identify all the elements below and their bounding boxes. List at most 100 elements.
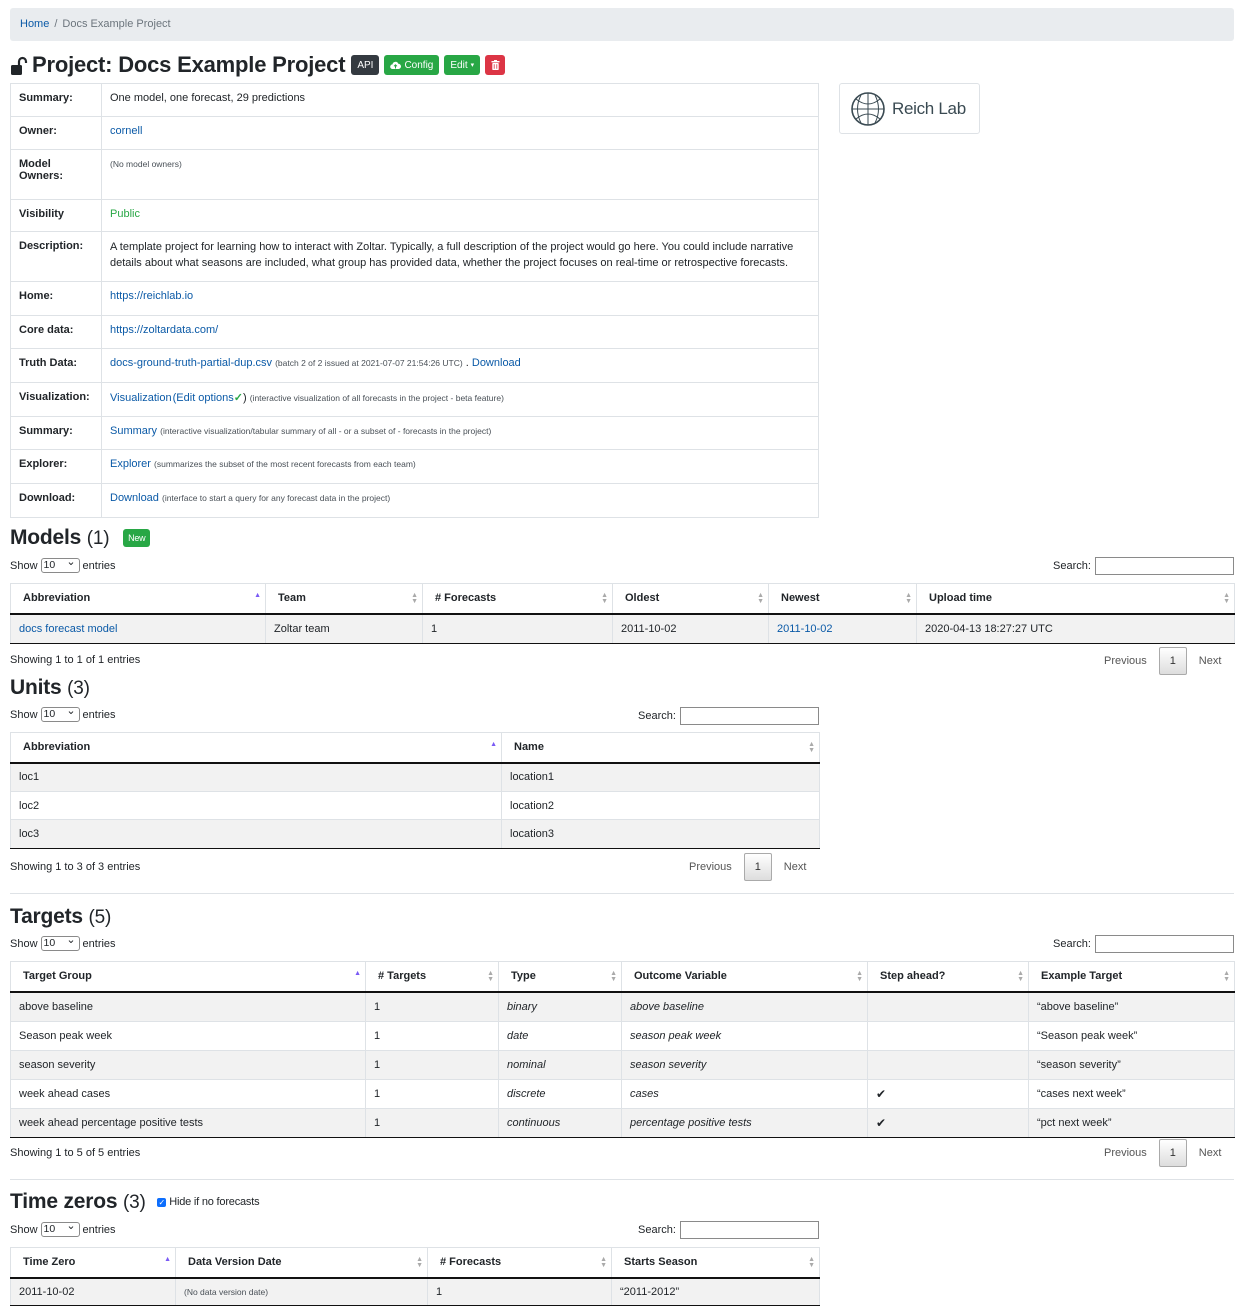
new-model-button[interactable]: New (123, 529, 151, 548)
page-1-button[interactable]: 1 (1158, 1139, 1187, 1167)
page-1-button[interactable]: 1 (743, 853, 772, 881)
col-abbreviation[interactable]: Abbreviation ▲ (10, 583, 266, 615)
col-unit-name[interactable]: Name ▲ ▼ (501, 732, 820, 764)
timezeros-count: (3) (122, 1192, 146, 1213)
delete-button[interactable] (485, 55, 506, 75)
unlock-icon (10, 56, 28, 78)
explorer-link[interactable]: Explorer (110, 458, 151, 470)
models-page-size-select[interactable]: 10 (40, 556, 80, 573)
checkbox-checked-icon: ✓ (157, 1197, 167, 1207)
logo-text: Reich Lab (892, 98, 966, 118)
targets-heading: Targets (5) (10, 905, 111, 929)
table-row: season severity 1 nominal season severity “s… (10, 1050, 1235, 1080)
home-link[interactable]: https://reichlab.io (110, 290, 193, 302)
col-outcome-variable[interactable]: Outcome Variable ▲ ▼ (621, 961, 868, 993)
breadcrumb: Home / Docs Example Project (10, 8, 1234, 41)
timezeros-search-input[interactable] (679, 1221, 819, 1239)
divider (10, 1179, 1234, 1180)
description-label: Description: (10, 231, 102, 282)
table-row: loc3 location3 (10, 819, 820, 849)
col-time-zero[interactable]: Time Zero ▲ (10, 1247, 176, 1279)
core-data-link[interactable]: https://zoltardata.com/ (110, 324, 218, 336)
reich-lab-logo: Reich Lab (839, 83, 980, 134)
cell-data-version-date: (No data version date) (184, 1286, 269, 1297)
table-row: Season peak week 1 date season peak week “Se… (10, 1021, 1235, 1051)
download-link[interactable]: Download (110, 492, 159, 504)
col-forecasts[interactable]: # Forecasts ▲ ▼ (422, 583, 613, 615)
owner-link[interactable]: cornell (110, 125, 142, 137)
next-button[interactable]: Next (784, 861, 807, 873)
timezeros-length-control: Show 10 entries (10, 1220, 116, 1237)
cell-example-target: “Season peak week” (1028, 1021, 1235, 1051)
units-page-size-select[interactable]: 10 (40, 705, 80, 722)
summary-value: One model, one forecast, 29 predictions (101, 83, 819, 117)
truth-file-link[interactable]: docs-ground-truth-partial-dup.csv (110, 357, 272, 369)
col-unit-abbreviation[interactable]: Abbreviation ▲ (10, 732, 502, 764)
col-starts-season[interactable]: Starts Season ▲ ▼ (611, 1247, 820, 1279)
breadcrumb-home-link[interactable]: Home (20, 18, 49, 30)
explorer-label: Explorer: (10, 449, 102, 484)
units-length-control: Show 10 entries (10, 705, 116, 722)
table-row: above baseline 1 binary above baseline “abov… (10, 991, 1235, 1022)
cell-num-targets: 1 (365, 1021, 499, 1051)
units-search-input[interactable] (679, 707, 819, 725)
config-button[interactable]: Config (384, 55, 440, 75)
next-button[interactable]: Next (1199, 655, 1222, 667)
cell-time-zero: 2011-10-02 (10, 1277, 176, 1306)
models-showing: Showing 1 to 1 of 1 entries (10, 654, 141, 666)
show-label: Show (10, 559, 38, 572)
visualization-link[interactable]: Visualization (110, 392, 172, 404)
newest-forecast-link[interactable]: 2011-10-02 (777, 623, 832, 635)
previous-button[interactable]: Previous (1104, 655, 1147, 667)
entries-label: entries (82, 1223, 116, 1236)
cell-num-targets: 1 (365, 1079, 499, 1109)
cell-step-ahead (867, 1021, 1029, 1051)
next-button[interactable]: Next (1199, 1147, 1222, 1159)
col-oldest[interactable]: Oldest ▲ ▼ (612, 583, 769, 615)
targets-page-size-select[interactable]: 10 (40, 934, 80, 951)
api-button[interactable]: API (351, 55, 380, 75)
search-label: Search: (1053, 938, 1091, 950)
page-1-button[interactable]: 1 (1158, 647, 1187, 675)
col-example-target[interactable]: Example Target ▲ ▼ (1028, 961, 1235, 993)
targets-pagination: Previous 1 Next (1104, 1139, 1221, 1167)
col-step-ahead[interactable]: Step ahead? ▲ ▼ (867, 961, 1029, 993)
summary-link[interactable]: Summary (110, 425, 157, 437)
cell-abbreviation: loc1 (10, 762, 502, 792)
models-search: Search: (1053, 557, 1234, 575)
hide-no-forecasts-checkbox[interactable]: ✓ Hide if no forecasts (157, 1196, 260, 1209)
cell-abbreviation: loc2 (10, 791, 502, 820)
col-num-targets[interactable]: # Targets ▲ ▼ (365, 961, 499, 993)
table-row: week ahead percentage positive tests 1 con… (10, 1108, 1235, 1138)
models-search-input[interactable] (1094, 557, 1234, 575)
col-data-version-date[interactable]: Data Version Date ▲ ▼ (175, 1247, 428, 1279)
col-newest[interactable]: Newest ▲ ▼ (768, 583, 917, 615)
targets-search: Search: (1053, 935, 1234, 953)
targets-showing: Showing 1 to 5 of 5 entries (10, 1147, 141, 1159)
timezeros-page-size-select[interactable]: 10 (40, 1220, 80, 1237)
targets-length-control: Show 10 entries (10, 934, 116, 951)
page-header: Project: Docs Example Project API Config… (10, 50, 510, 80)
cell-example-target: “above baseline” (1028, 991, 1235, 1022)
col-type[interactable]: Type ▲ ▼ (498, 961, 622, 993)
page-title: Project: Docs Example Project (32, 52, 346, 77)
cell-outcome-variable: season severity (621, 1050, 868, 1080)
models-title: Models (10, 526, 82, 549)
previous-button[interactable]: Previous (1104, 1147, 1147, 1159)
col-tz-forecasts[interactable]: # Forecasts ▲ ▼ (427, 1247, 612, 1279)
cell-step-ahead (867, 1050, 1029, 1080)
cell-step-ahead: ✔ (867, 1079, 1029, 1109)
previous-button[interactable]: Previous (689, 861, 732, 873)
edit-dropdown-button[interactable]: Edit ▾ (444, 55, 481, 75)
truth-download-link[interactable]: Download (472, 357, 521, 369)
col-target-group[interactable]: Target Group ▲ (10, 961, 366, 993)
timezeros-search: Search: (638, 1221, 819, 1239)
col-upload-time[interactable]: Upload time ▲ ▼ (916, 583, 1235, 615)
hide-no-forecasts-label: Hide if no forecasts (169, 1196, 260, 1209)
col-team[interactable]: Team ▲ ▼ (265, 583, 423, 615)
units-search: Search: (638, 707, 819, 725)
targets-search-input[interactable] (1094, 935, 1234, 953)
edit-options-link[interactable]: Edit options (176, 392, 233, 404)
model-link[interactable]: docs forecast model (19, 623, 117, 635)
cell-type: discrete (498, 1079, 622, 1109)
